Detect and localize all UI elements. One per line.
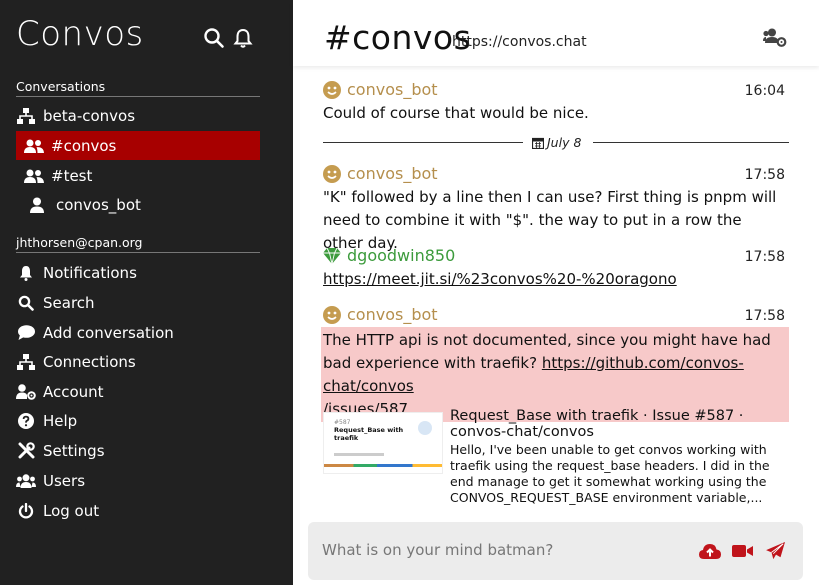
link-preview[interactable]: #587 Request_Base with traefik Request_B… xyxy=(323,408,789,508)
participants-icon[interactable] xyxy=(763,28,787,48)
sidebar: Convos Conversations beta-convos #convos… xyxy=(0,0,293,585)
tools-icon xyxy=(16,442,36,460)
preview-title[interactable]: Request_Base with traefik · Issue #587 ·… xyxy=(450,408,790,440)
sidebar-item-settings[interactable]: Settings xyxy=(16,436,260,465)
message-text: Could of course that would be nice. xyxy=(323,104,589,122)
comment-icon xyxy=(16,324,36,342)
message-time: 17:58 xyxy=(744,249,785,265)
network-icon xyxy=(16,353,36,371)
message-author[interactable]: convos_bot xyxy=(347,80,438,99)
day-separator-label: July 8 xyxy=(547,135,582,150)
sidebar-item-label: Notifications xyxy=(43,263,137,282)
message-author[interactable]: dgoodwin850 xyxy=(347,246,455,265)
message-input[interactable] xyxy=(322,539,682,561)
conversation-header: #convos https://convos.chat xyxy=(293,0,819,66)
day-separator: July 8 xyxy=(323,135,789,151)
bell-icon xyxy=(16,264,36,282)
sidebar-item-beta-convos[interactable]: beta-convos xyxy=(16,101,260,130)
message: convos_bot 17:58 The HTTP api is not doc… xyxy=(321,305,789,422)
sidebar-item-label: Add conversation xyxy=(43,323,174,342)
sidebar-item-label: #test xyxy=(51,166,93,185)
sidebar-item-label: Account xyxy=(43,382,104,401)
sidebar-item-label: Settings xyxy=(43,441,105,460)
user-icon xyxy=(27,196,47,214)
sidebar-item-convos[interactable]: #convos xyxy=(16,131,260,160)
channel-title: #convos xyxy=(324,18,472,57)
sidebar-item-label: #convos xyxy=(51,136,117,155)
gem-icon xyxy=(323,247,341,265)
sidebar-item-account[interactable]: Account xyxy=(16,377,260,406)
sidebar-item-label: Log out xyxy=(43,501,100,520)
message-author[interactable]: convos_bot xyxy=(347,164,438,183)
search-icon[interactable] xyxy=(203,27,225,49)
message-time: 17:58 xyxy=(744,167,785,183)
sidebar-item-label: Search xyxy=(43,293,95,312)
sidebar-item-label: beta-convos xyxy=(43,106,136,125)
preview-thumbnail[interactable]: #587 Request_Base with traefik xyxy=(323,412,443,474)
message-author[interactable]: convos_bot xyxy=(347,305,438,324)
bell-icon[interactable] xyxy=(232,27,254,49)
send-icon[interactable] xyxy=(765,542,787,560)
user-cog-icon xyxy=(16,383,36,401)
sidebar-item-label: Users xyxy=(43,471,86,490)
sidebar-item-convos-bot[interactable]: convos_bot xyxy=(16,190,260,219)
sidebar-item-connections[interactable]: Connections xyxy=(16,347,260,376)
app-brand[interactable]: Convos xyxy=(16,14,144,54)
network-icon xyxy=(16,107,36,125)
users-icon xyxy=(16,472,36,490)
sidebar-item-search[interactable]: Search xyxy=(16,288,260,317)
sidebar-item-help[interactable]: Help xyxy=(16,406,260,435)
message: convos_bot 17:58 "K" followed by a line … xyxy=(323,164,789,255)
message-time: 16:04 xyxy=(744,83,785,99)
message-link[interactable]: https://meet.jit.si/%23convos%20-%20orag… xyxy=(323,270,677,288)
account-heading: jhthorsen@cpan.org xyxy=(16,235,260,253)
question-circle-icon xyxy=(16,412,36,430)
calendar-icon xyxy=(532,137,544,149)
message-composer xyxy=(308,522,803,580)
sidebar-item-label: Connections xyxy=(43,352,136,371)
sidebar-item-label: Help xyxy=(43,411,78,430)
smiley-icon xyxy=(323,165,341,183)
message: dgoodwin850 17:58 https://meet.jit.si/%2… xyxy=(323,246,789,291)
message: convos_bot 16:04 Could of course that wo… xyxy=(323,80,789,125)
video-icon[interactable] xyxy=(732,542,754,560)
channel-topic: https://convos.chat xyxy=(452,34,587,50)
conversations-heading: Conversations xyxy=(16,79,260,97)
users-icon xyxy=(24,137,44,155)
message-text: "K" followed by a line then I can use? F… xyxy=(323,188,777,252)
sidebar-item-notifications[interactable]: Notifications xyxy=(16,258,260,287)
users-icon xyxy=(24,167,44,185)
sidebar-item-test[interactable]: #test xyxy=(16,161,260,190)
sidebar-item-users[interactable]: Users xyxy=(16,466,260,495)
message-time: 17:58 xyxy=(744,308,785,324)
smiley-icon xyxy=(323,81,341,99)
thumb-heading: Request_Base with traefik xyxy=(334,426,404,442)
power-icon xyxy=(16,502,36,520)
sidebar-item-add-conversation[interactable]: Add conversation xyxy=(16,318,260,347)
smiley-icon xyxy=(323,306,341,324)
thumb-number: #587 xyxy=(334,419,351,426)
sidebar-item-label: convos_bot xyxy=(56,195,141,214)
main-panel: #convos https://convos.chat convos_bot 1… xyxy=(293,0,819,585)
sidebar-item-log-out[interactable]: Log out xyxy=(16,496,260,525)
upload-cloud-icon[interactable] xyxy=(699,542,721,560)
preview-description: Hello, I've been unable to get convos wo… xyxy=(450,442,770,505)
search-icon xyxy=(16,294,36,312)
